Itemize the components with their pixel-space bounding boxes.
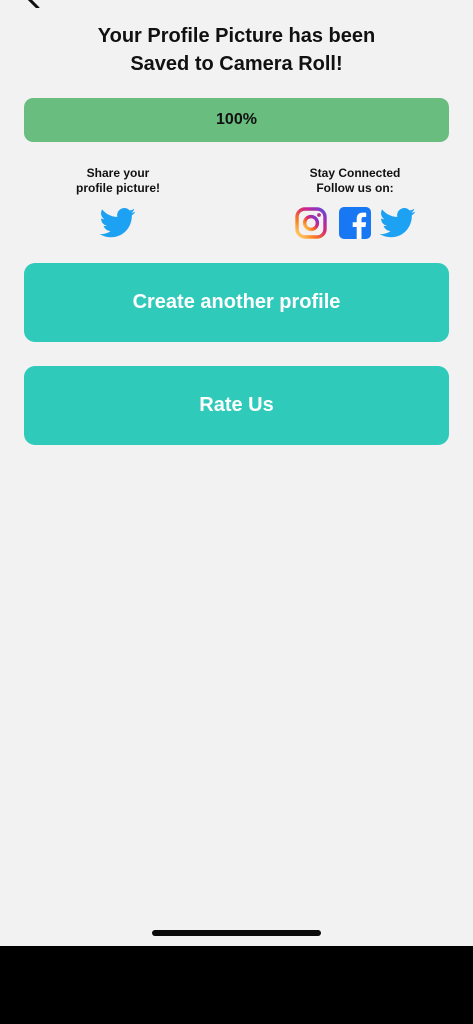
share-caption-line-1: Share your: [86, 166, 150, 180]
title-line-2: Saved to Camera Roll!: [130, 53, 343, 75]
instagram-icon[interactable]: [294, 206, 328, 240]
follow-caption-line-2: Follow us on:: [316, 181, 394, 195]
title-line-1: Your Profile Picture has been: [97, 25, 376, 47]
facebook-icon[interactable]: [338, 206, 372, 240]
home-indicator[interactable]: [152, 930, 321, 936]
back-chevron-icon[interactable]: [22, 0, 44, 8]
page-title: Your Profile Picture has been Saved to C…: [0, 22, 473, 78]
share-caption-line-2: profile picture!: [75, 181, 160, 195]
follow-caption-line-1: Stay Connected: [309, 166, 401, 180]
bottom-black-bar: [0, 946, 473, 1024]
progress-bar: 100%: [24, 98, 449, 142]
follow-caption: Stay Connected Follow us on:: [280, 166, 430, 196]
twitter-icon[interactable]: [380, 207, 416, 239]
create-another-profile-button[interactable]: Create another profile: [24, 263, 449, 342]
share-caption: Share your profile picture!: [58, 166, 178, 196]
rate-us-button[interactable]: Rate Us: [24, 366, 449, 445]
twitter-icon[interactable]: [100, 207, 136, 239]
share-screen: Your Profile Picture has been Saved to C…: [0, 0, 473, 946]
progress-label: 100%: [216, 111, 257, 128]
